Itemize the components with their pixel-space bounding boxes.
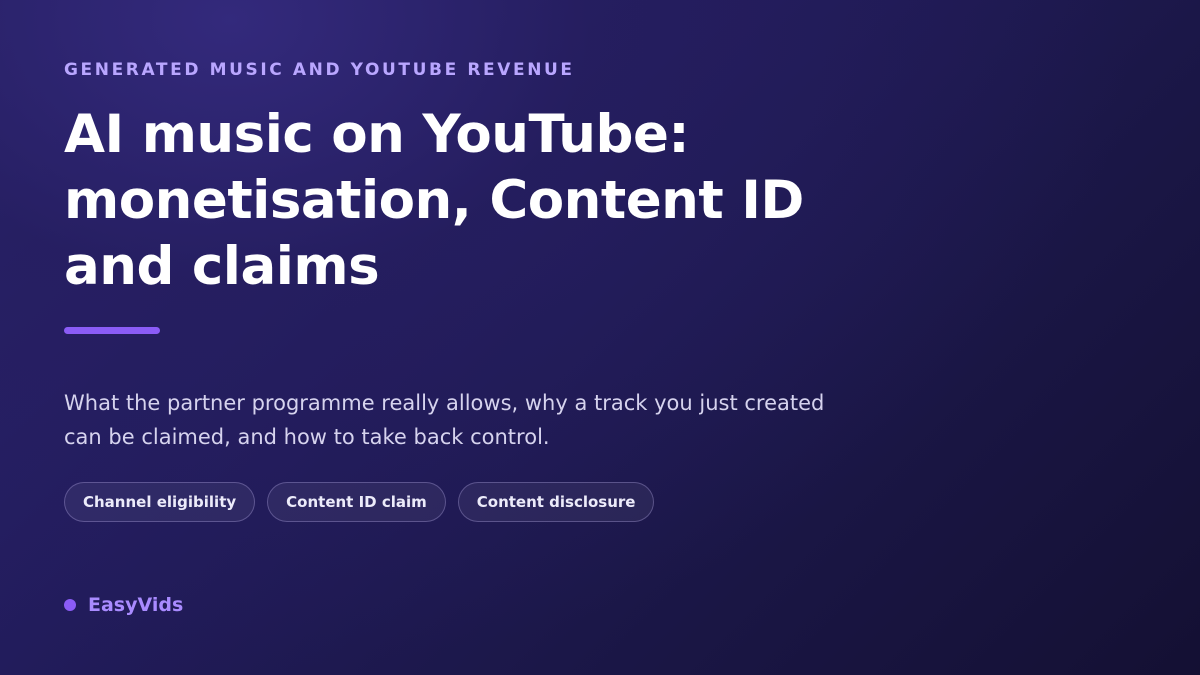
tag-content-disclosure[interactable]: Content disclosure bbox=[457, 482, 655, 522]
title-line-2: monetisation, Content ID bbox=[64, 170, 804, 231]
accent-divider bbox=[64, 327, 160, 334]
tag-list: Channel eligibility Content ID claim Con… bbox=[64, 482, 655, 522]
subtitle-line-1: What the partner programme really allows… bbox=[64, 391, 825, 415]
tag-content-id-claim[interactable]: Content ID claim bbox=[267, 482, 446, 522]
page-title: AI music on YouTube: monetisation, Conte… bbox=[64, 102, 924, 300]
hero-card: GENERATED MUSIC AND YOUTUBE REVENUE AI m… bbox=[64, 0, 964, 675]
title-line-1: AI music on YouTube: bbox=[64, 104, 690, 165]
tag-channel-eligibility[interactable]: Channel eligibility bbox=[64, 482, 256, 522]
eyebrow-label: GENERATED MUSIC AND YOUTUBE REVENUE bbox=[64, 60, 575, 80]
dot-icon bbox=[64, 599, 76, 611]
brand[interactable]: EasyVids bbox=[64, 594, 183, 616]
subtitle-line-2: can be claimed, and how to take back con… bbox=[64, 425, 550, 449]
brand-name: EasyVids bbox=[88, 594, 184, 616]
subtitle: What the partner programme really allows… bbox=[64, 386, 864, 454]
title-line-3: and claims bbox=[64, 236, 380, 297]
